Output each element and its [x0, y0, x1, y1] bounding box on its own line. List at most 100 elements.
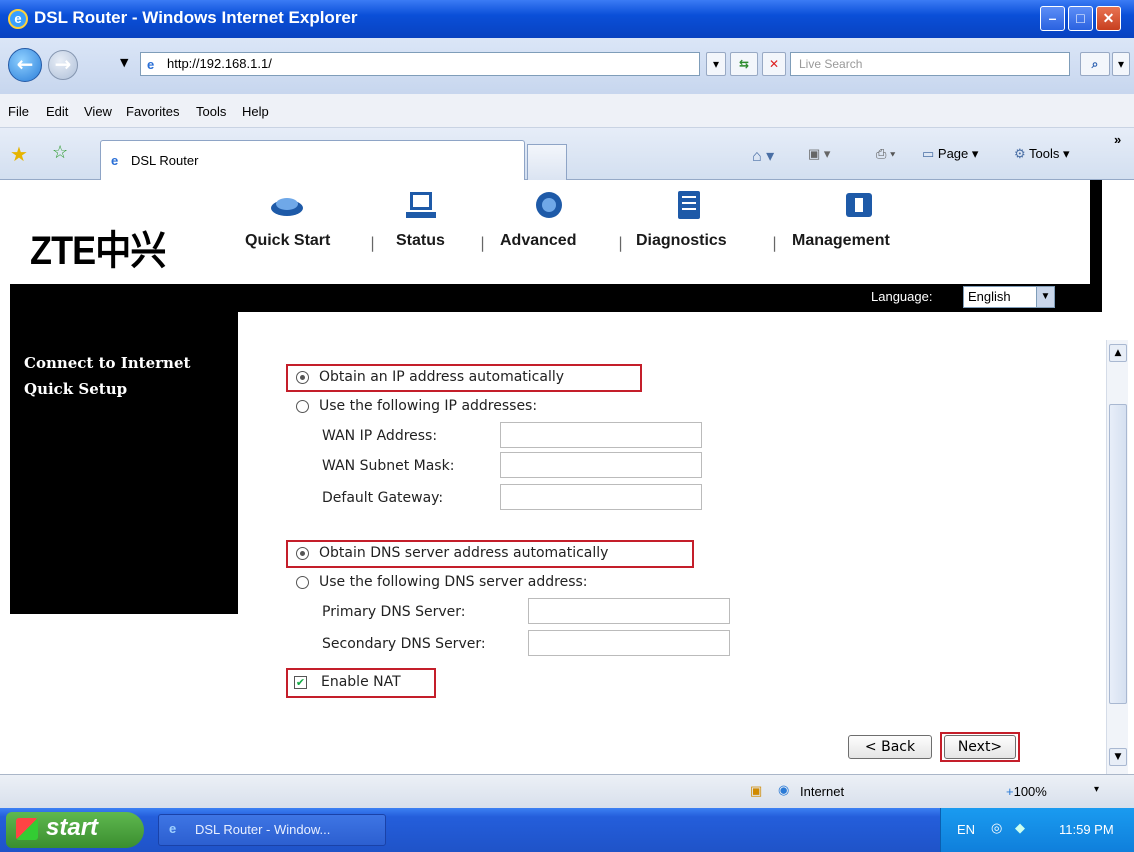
refresh-icon[interactable]: ⇆	[730, 52, 758, 76]
zoom-control[interactable]: +100%	[1006, 784, 1047, 799]
chevron-down-icon: ▼	[1036, 287, 1054, 307]
language-indicator[interactable]: EN	[957, 822, 975, 837]
language-value: English	[968, 289, 1011, 304]
radio-icon	[296, 546, 309, 560]
language-label: Language:	[871, 289, 933, 304]
ie-taskbar-icon: e	[169, 821, 177, 836]
page-menu-label: Page	[937, 146, 969, 161]
close-button[interactable]: ✕	[1096, 6, 1121, 31]
nat-checkbox[interactable]: ✔ Enable NAT	[294, 674, 401, 690]
nav-management[interactable]: Management	[792, 232, 890, 250]
dns-secondary-label: Secondary DNS Server:	[322, 636, 486, 652]
zoom-icon: +	[1006, 784, 1014, 799]
network-icon[interactable]: ◎	[991, 820, 1002, 836]
radio-ip-auto[interactable]: Obtain an IP address automatically	[296, 369, 564, 385]
dns-secondary-field[interactable]	[528, 630, 730, 656]
dns-primary-field[interactable]	[528, 598, 730, 624]
tab-bar: ★ ☆ e DSL Router ⌂ ▾ ▣ ▾ ⎙ ▾ ▭ Page ▾ ⚙ …	[0, 128, 1134, 180]
favorites-star-icon[interactable]: ★	[10, 142, 28, 167]
menu-bar: File Edit View Favorites Tools Help	[0, 94, 1134, 128]
page-content: ZTE中兴 Quick Start | Status | Advanced | …	[0, 180, 1134, 774]
ie-logo-icon: e	[8, 9, 28, 29]
search-options-icon[interactable]: ▾	[1112, 52, 1130, 76]
taskbar-item-dsl-router[interactable]: e DSL Router - Window...	[158, 814, 386, 846]
gateway-field[interactable]	[500, 484, 702, 510]
address-input[interactable]: e http://192.168.1.1/	[140, 52, 700, 76]
status-bar: ▣ ◉ Internet +100% ▾	[0, 774, 1134, 808]
minimize-button[interactable]: –	[1040, 6, 1065, 31]
zone-label: Internet	[800, 784, 845, 799]
stop-icon[interactable]: ✕	[762, 52, 786, 76]
url-text: http://192.168.1.1/	[167, 56, 272, 71]
nat-label: Enable NAT	[321, 674, 401, 690]
print-icon[interactable]: ⎙ ▾	[876, 146, 895, 162]
zoom-value: 100%	[1013, 784, 1047, 799]
clock: 11:59 PM	[1059, 822, 1114, 837]
add-favorite-icon[interactable]: ☆	[52, 142, 68, 163]
nav-diagnostics[interactable]: Diagnostics	[636, 232, 727, 250]
header-bar	[10, 284, 1100, 312]
search-icon[interactable]: ⌕	[1080, 52, 1110, 76]
menu-favorites[interactable]: Favorites	[126, 104, 179, 119]
radio-ip-auto-label: Obtain an IP address automatically	[319, 369, 565, 385]
menu-view[interactable]: View	[84, 104, 112, 119]
tab-dsl-router[interactable]: e DSL Router	[100, 140, 525, 180]
scroll-up-icon[interactable]: ▲	[1109, 344, 1127, 362]
page-menu[interactable]: ▭ Page ▾	[922, 146, 978, 162]
search-input[interactable]: Live Search	[790, 52, 1070, 76]
title-bar: e DSL Router - Windows Internet Explorer…	[0, 0, 1134, 38]
radio-dns-auto-label: Obtain DNS server address automatically	[319, 545, 609, 561]
gateway-label: Default Gateway:	[322, 490, 444, 506]
sidebar-title-line-2: Quick Setup	[24, 380, 128, 398]
home-icon[interactable]: ⌂ ▾	[752, 146, 774, 166]
vertical-scrollbar[interactable]: ▲ ▼	[1106, 340, 1128, 774]
window-title: DSL Router - Windows Internet Explorer	[34, 8, 358, 27]
checkmark-icon: ✔	[294, 675, 307, 689]
address-dropdown-icon[interactable]: ▾	[706, 52, 726, 76]
start-label: start	[46, 814, 99, 841]
chevron-more-icon[interactable]: »	[1114, 132, 1121, 147]
radio-icon	[296, 575, 309, 589]
scroll-down-icon[interactable]: ▼	[1109, 748, 1127, 766]
nav-quick-start[interactable]: Quick Start	[245, 232, 330, 250]
taskbar-item-label: DSL Router - Window...	[195, 822, 331, 837]
wan-mask-label: WAN Subnet Mask:	[322, 458, 455, 474]
nav-separator: |	[480, 234, 486, 252]
address-toolbar: ← → ▼ e http://192.168.1.1/ ▾ ⇆ ✕ Live S…	[0, 38, 1134, 94]
volume-icon[interactable]: ◆	[1015, 820, 1025, 836]
menu-help[interactable]: Help	[242, 104, 269, 119]
tools-menu-icon: ⚙	[1014, 146, 1030, 161]
start-button[interactable]: start	[6, 812, 144, 848]
nav-status[interactable]: Status	[396, 232, 445, 250]
menu-edit[interactable]: Edit	[46, 104, 68, 119]
zoom-dropdown-icon[interactable]: ▾	[1094, 784, 1099, 795]
back-button[interactable]: ←	[8, 48, 42, 82]
maximize-button[interactable]: □	[1068, 6, 1093, 31]
menu-tools[interactable]: Tools	[196, 104, 226, 119]
tools-menu[interactable]: ⚙ Tools ▾	[1014, 146, 1070, 162]
radio-ip-manual-label: Use the following IP addresses:	[319, 398, 538, 414]
wan-mask-field[interactable]	[500, 452, 702, 478]
diagnostics-icon	[678, 191, 700, 219]
management-icon	[846, 193, 872, 217]
wan-ip-field[interactable]	[500, 422, 702, 448]
radio-ip-manual[interactable]: Use the following IP addresses:	[296, 398, 537, 414]
forward-button[interactable]: →	[48, 50, 78, 80]
advanced-icon	[536, 192, 562, 218]
menu-file[interactable]: File	[8, 104, 29, 119]
tab-page-icon: e	[111, 153, 119, 168]
language-select[interactable]: English ▼	[963, 286, 1055, 308]
history-dropdown-icon[interactable]: ▼	[120, 56, 128, 69]
next-button[interactable]: Next>	[944, 735, 1016, 759]
tab-label: DSL Router	[131, 153, 199, 168]
new-tab-button[interactable]	[527, 144, 567, 180]
back-button[interactable]: < Back	[848, 735, 932, 759]
nav-advanced[interactable]: Advanced	[500, 232, 576, 250]
quick-start-icon	[271, 198, 303, 216]
sidebar-title: Connect to Internet Quick Setup	[24, 350, 190, 402]
tools-menu-label: Tools	[1029, 146, 1060, 161]
radio-dns-manual[interactable]: Use the following DNS server address:	[296, 574, 588, 590]
feeds-icon[interactable]: ▣ ▾	[808, 146, 830, 162]
radio-dns-auto[interactable]: Obtain DNS server address automatically	[296, 545, 608, 561]
scroll-thumb[interactable]	[1109, 404, 1127, 704]
